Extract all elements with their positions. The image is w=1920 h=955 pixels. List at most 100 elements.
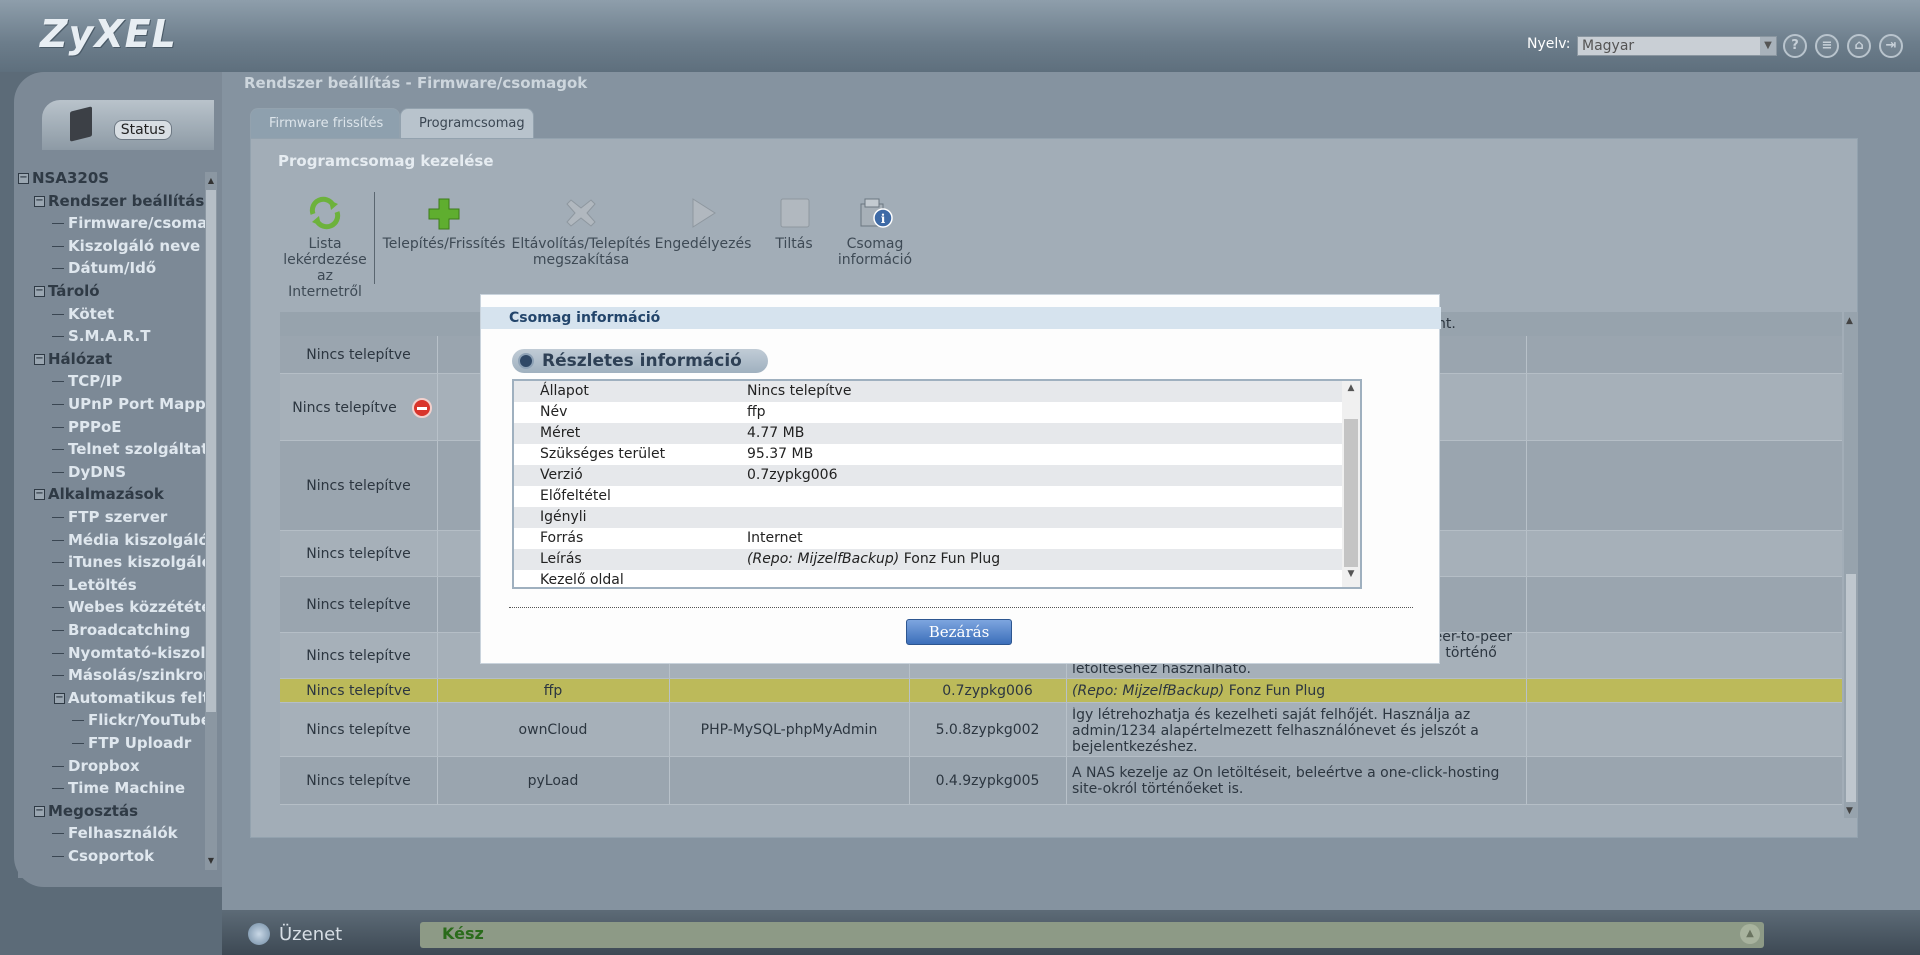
detail-value-text: Internet [747,530,803,546]
scroll-up-icon[interactable]: ▲ [205,176,217,190]
status-cell: Nincs telepítve [306,722,411,738]
status-cell: Nincs telepítve [306,648,411,664]
scroll-down-icon[interactable]: ▼ [1846,806,1853,816]
stop-icon [780,198,810,228]
tree-connector [52,630,64,631]
detail-value-text: Fonz Fun Plug [899,551,1001,567]
collapse-icon [518,353,534,369]
scroll-down-icon[interactable]: ▼ [205,856,217,870]
version-cell: 0.7zypkg006 [942,683,1033,699]
sidebar-item-label: Alkalmazások [48,485,164,504]
detail-row: Leírás (Repo: MijzelfBackup) Fonz Fun Plu… [514,549,1342,570]
tree-connector [52,426,64,428]
tree-toggle-icon[interactable]: − [34,489,45,501]
column-divider [1526,703,1527,756]
detail-value-text: 0.7zypkg006 [747,467,838,483]
tree-connector [52,788,64,790]
toolbar-divider [374,192,375,284]
table-scrollbar[interactable]: ▲ ▼ [1844,312,1858,818]
install-update-label: Telepítés/Frissítés [382,236,506,252]
sidebar-item-label: Kiszolgáló neve [68,236,201,255]
name-cell: ownCloud [518,722,588,738]
tree-toggle-icon[interactable]: − [34,195,45,207]
refresh-list-button[interactable]: Lista lekérdezése az Internetről [280,196,370,300]
sidebar-item-label: Kötet [68,304,115,323]
tree-toggle-icon[interactable]: − [34,286,45,297]
status-button[interactable]: Status [114,120,172,140]
sidebar-item-label: DyDNS [68,462,127,481]
description-text: A NAS kezelje az Ön letöltéseit, beleért… [1072,765,1500,797]
disable-button[interactable]: Tiltás [764,196,824,252]
detail-section-header[interactable]: Részletes információ [512,349,768,373]
section-title: Programcsomag kezelése [278,152,494,170]
scroll-up-icon[interactable]: ▲ [1846,316,1853,326]
column-divider [1526,577,1527,632]
warning-icon [412,397,432,418]
remove-cancel-button[interactable]: Eltávolítás/Telepítés megszakítása [510,196,652,268]
nas-device-icon [70,106,92,142]
status-cell: Nincs telepítve [306,773,411,789]
enable-button[interactable]: Engedélyezés [654,196,752,252]
detail-label: Állapot [540,383,589,399]
scroll-down-icon[interactable]: ▼ [1342,569,1360,585]
tree-connector [52,336,64,338]
install-update-button[interactable]: Telepítés/Frissítés [380,196,508,252]
language-select[interactable]: Magyar ▼ [1577,36,1777,56]
scroll-thumb[interactable] [1846,574,1856,802]
table-row[interactable]: Nincs telepítve ffp 0.7zypkg006 (Repo: Mijz… [280,679,1842,703]
tab-firmware-update[interactable]: Firmware frissítés [250,108,400,138]
tree-toggle-icon[interactable]: − [34,805,45,817]
sidebar-item-label: UPnP Port Mapping [68,395,208,413]
close-button[interactable]: Bezárás [906,619,1012,645]
detail-value-text: 95.37 MB [747,446,814,462]
sidebar-item-label: NSA320S [32,169,110,187]
tab-package[interactable]: Programcsomag [400,108,534,138]
sidebar-item-label: iTunes kiszolgáló [68,553,208,572]
logout-icon[interactable]: ⇥ [1879,34,1903,58]
sidebar-item-label: Time Machine [68,779,186,798]
detail-row: Állapot Nincs telepítve [514,381,1342,402]
tree-connector [52,449,64,451]
scroll-thumb[interactable] [206,190,216,712]
name-cell: pyLoad [527,773,579,789]
package-info-button[interactable]: i Csomag információ [832,196,918,268]
globe-icon [248,923,270,945]
list-icon[interactable]: ≡ [1815,34,1839,58]
help-icon[interactable]: ? [1783,34,1807,58]
detail-row: Szükséges terület 95.37 MB [514,444,1342,465]
sidebar-item-label: FTP Uploadr [88,734,192,752]
sidebar-scrollbar[interactable]: ▲ ▼ [205,172,217,870]
detail-section-label: Részletes információ [542,351,742,371]
detail-scrollbar[interactable]: ▲ ▼ [1342,381,1360,587]
sidebar-item-label: Felhasználók [68,824,178,843]
play-icon [692,198,716,228]
table-row[interactable]: Nincs telepítve ownCloud PHP-MySQL-phpMyAd… [280,703,1842,757]
zyxel-logo: ZyXEL [40,12,177,56]
status-cell: Nincs telepítve [306,546,411,562]
sidebar-item-label: S.M.A.R.T [68,327,151,346]
tree-connector [52,765,64,767]
tree-toggle-icon[interactable]: − [18,173,29,184]
home-icon[interactable]: ⌂ [1847,34,1871,58]
tree-toggle-icon[interactable]: − [54,692,65,704]
detail-row: Verzió 0.7zypkg006 [514,465,1342,486]
dialog-divider [509,607,1413,609]
description-cell: (Repo: MijzelfBackup) Fonz Fun Plug [1066,683,1526,699]
detail-label: Verzió [540,467,583,483]
detail-value: 0.7zypkg006 [747,465,838,485]
language-value: Magyar [1582,38,1635,54]
version-cell: 5.0.8zypkg002 [935,722,1040,738]
table-row[interactable]: Nincs telepítve pyLoad 0.4.9zypkg005 A NAS … [280,757,1842,805]
scroll-up-icon[interactable]: ▲ [1342,383,1360,399]
expand-icon[interactable]: ▲ [1740,924,1760,944]
scroll-thumb[interactable] [1344,419,1358,567]
detail-value-text: Nincs telepítve [747,383,852,399]
detail-row: Név ffp [514,402,1342,423]
column-divider [437,336,438,373]
description-text: Így létrehozhatja és kezelheti saját fel… [1072,707,1479,755]
tree-connector [52,313,64,315]
tree-connector [72,743,84,744]
detail-value: ffp [747,402,766,422]
tree-toggle-icon[interactable]: − [34,353,45,365]
detail-label: Igényli [540,509,587,525]
